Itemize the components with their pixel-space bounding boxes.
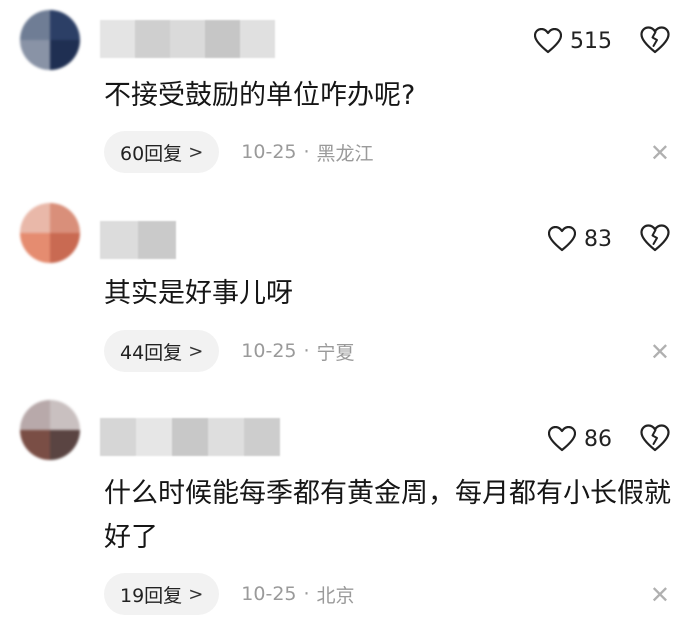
- broken-heart-icon[interactable]: [640, 224, 670, 252]
- username-blurred[interactable]: [100, 20, 275, 58]
- close-icon[interactable]: ✕: [650, 340, 670, 364]
- comment-meta: 44回复 > 10-25 · 宁夏: [104, 330, 355, 372]
- reply-count-button[interactable]: 44回复 >: [104, 330, 220, 372]
- chevron-right-icon: >: [188, 141, 204, 163]
- comment-item: 86 什么时候能每季都有黄金周，每月都有小长假就好了 19回复 > 10-25 …: [0, 396, 700, 625]
- avatar[interactable]: [20, 203, 80, 263]
- like-count: 515: [570, 28, 612, 54]
- comment-item: 83 其实是好事儿呀 44回复 > 10-25 · 宁夏 ✕: [0, 198, 700, 396]
- like-button[interactable]: 515: [534, 28, 612, 54]
- meta-separator: ·: [303, 141, 310, 163]
- chevron-right-icon: >: [188, 583, 204, 605]
- chevron-right-icon: >: [188, 340, 204, 362]
- reply-count-button[interactable]: 19回复 >: [104, 573, 220, 615]
- comment-text: 其实是好事儿呀: [104, 278, 293, 309]
- close-icon[interactable]: ✕: [650, 141, 670, 165]
- broken-heart-icon[interactable]: [640, 424, 670, 452]
- heart-outline-icon: [548, 226, 576, 252]
- comment-location: 宁夏: [316, 341, 355, 364]
- comment-location: 黑龙江: [316, 142, 374, 165]
- reply-label: 44回复: [120, 341, 183, 364]
- like-count: 86: [584, 426, 612, 452]
- meta-separator: ·: [303, 340, 310, 362]
- username-blurred[interactable]: [100, 418, 280, 456]
- comment-text: 不接受鼓励的单位咋办呢?: [104, 80, 416, 111]
- comment-date: 10-25: [241, 340, 297, 362]
- like-button[interactable]: 86: [548, 426, 612, 452]
- comment-text: 什么时候能每季都有黄金周，每月都有小长假就好了: [104, 478, 671, 553]
- comment-date: 10-25: [241, 583, 297, 605]
- avatar[interactable]: [20, 10, 80, 70]
- reply-label: 19回复: [120, 584, 183, 607]
- reply-count-button[interactable]: 60回复 >: [104, 131, 220, 173]
- reply-label: 60回复: [120, 142, 183, 165]
- heart-outline-icon: [548, 426, 576, 452]
- comment-meta: 60回复 > 10-25 · 黑龙江: [104, 131, 374, 173]
- close-icon[interactable]: ✕: [650, 583, 670, 607]
- meta-separator: ·: [303, 583, 310, 605]
- like-button[interactable]: 83: [548, 226, 612, 252]
- username-blurred[interactable]: [100, 221, 176, 259]
- comment-location: 北京: [316, 584, 355, 607]
- comment-meta: 19回复 > 10-25 · 北京: [104, 573, 355, 615]
- like-count: 83: [584, 226, 612, 252]
- comment-item: 515 不接受鼓励的单位咋办呢? 60回复 > 10-25 · 黑龙江 ✕: [0, 0, 700, 198]
- heart-outline-icon: [534, 28, 562, 54]
- comment-date: 10-25: [241, 141, 297, 163]
- avatar[interactable]: [20, 400, 80, 460]
- broken-heart-icon[interactable]: [640, 26, 670, 54]
